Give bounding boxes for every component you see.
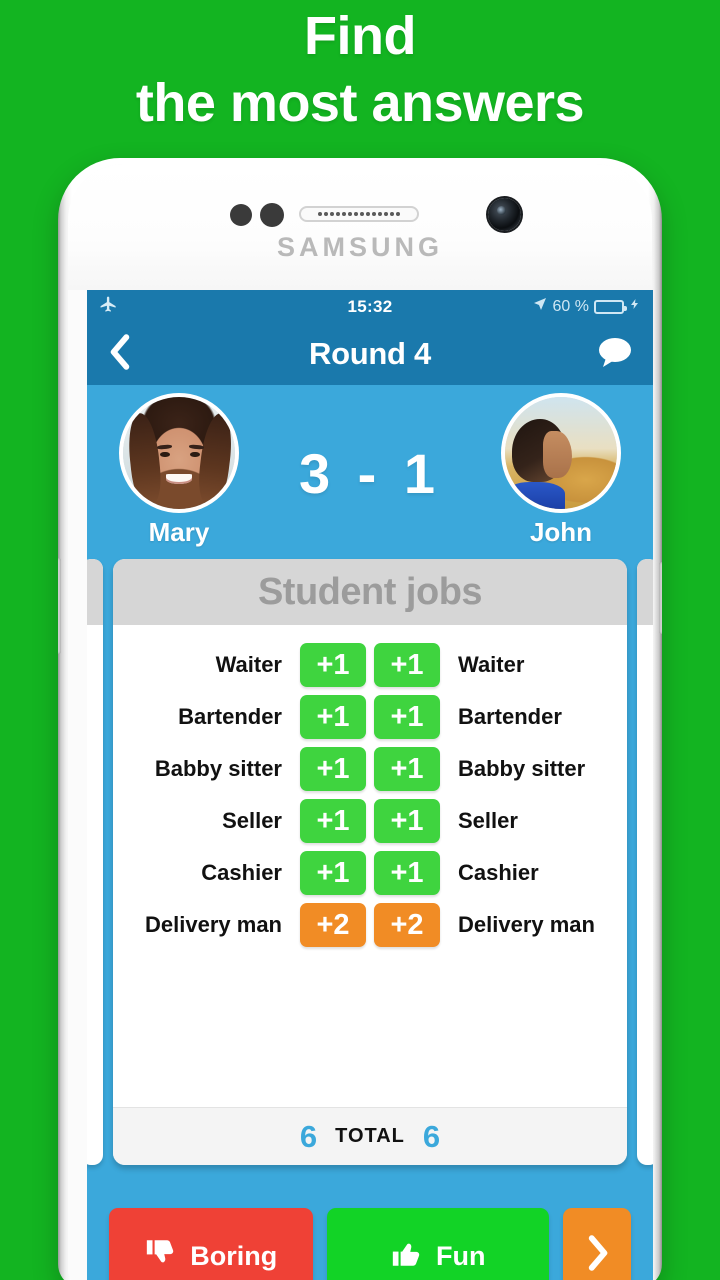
table-row: Waiter +1 +1 Waiter xyxy=(113,639,627,691)
points-chip-right: +1 xyxy=(374,643,440,687)
total-label: TOTAL xyxy=(335,1125,405,1147)
points-chip-right: +1 xyxy=(374,851,440,895)
answer-label-right: Bartender xyxy=(458,704,562,729)
boring-button-label: Boring xyxy=(190,1240,278,1271)
question-card: Student jobs Waiter +1 +1 Waiter Bartend… xyxy=(113,559,627,1165)
table-row: Babby sitter +1 +1 Babby sitter xyxy=(113,743,627,795)
battery-icon xyxy=(594,299,627,314)
phone-body: SAMSUNG 15:32 60 % Round 4 Mary 3 - 1 Jo… xyxy=(68,164,653,1280)
points-chip-right: +1 xyxy=(374,695,440,739)
player-left[interactable]: Mary xyxy=(111,393,247,548)
answer-label-right: Seller xyxy=(458,808,518,833)
answer-label-left: Cashier xyxy=(201,860,282,885)
question-title: Student jobs xyxy=(257,570,483,613)
device-brand-label: SAMSUNG xyxy=(276,232,443,262)
answer-label-left: Bartender xyxy=(178,704,282,729)
status-bar-right: 60 % xyxy=(532,296,641,317)
action-bar: Boring Fun xyxy=(87,1198,653,1280)
answer-label-left: Seller xyxy=(222,808,282,833)
answer-label-right: Waiter xyxy=(458,652,525,677)
points-chip-right: +1 xyxy=(374,799,440,843)
points-chip-left: +1 xyxy=(300,695,366,739)
player-right[interactable]: John xyxy=(493,393,629,548)
points-chip-left: +1 xyxy=(300,643,366,687)
phone-screen: 15:32 60 % Round 4 Mary 3 - 1 John Stude… xyxy=(87,290,653,1280)
points-chip-left: +1 xyxy=(300,851,366,895)
points-chip-left: +2 xyxy=(300,903,366,947)
player-right-name: John xyxy=(529,517,593,547)
chevron-right-icon xyxy=(584,1234,610,1278)
thumbs-up-icon xyxy=(390,1236,424,1277)
earpiece-speaker-icon xyxy=(299,206,419,222)
avatar-mary[interactable] xyxy=(119,393,239,513)
table-row: Bartender +1 +1 Bartender xyxy=(113,691,627,743)
answer-label-right: Babby sitter xyxy=(458,756,586,781)
avatar-john[interactable] xyxy=(501,393,621,513)
back-button[interactable] xyxy=(107,333,133,375)
fun-button-label: Fun xyxy=(436,1240,486,1271)
nav-bar: Round 4 xyxy=(87,323,653,385)
proximity-sensor-icon xyxy=(230,204,252,226)
answer-label-right: Delivery man xyxy=(458,912,595,937)
front-camera-icon xyxy=(488,198,521,231)
table-row: Seller +1 +1 Seller xyxy=(113,795,627,847)
answers-list: Waiter +1 +1 Waiter Bartender +1 +1 Bart… xyxy=(113,625,627,1107)
table-row: Delivery man +2 +2 Delivery man xyxy=(113,899,627,951)
points-chip-right: +2 xyxy=(374,903,440,947)
question-card-header: Student jobs xyxy=(113,559,627,625)
points-chip-left: +1 xyxy=(300,747,366,791)
next-card-peek[interactable] xyxy=(637,559,653,1165)
total-right-value: 6 xyxy=(422,1118,441,1154)
battery-percent-label: 60 % xyxy=(552,297,589,315)
power-button[interactable] xyxy=(659,562,662,634)
volume-button[interactable] xyxy=(58,558,61,654)
totals-row: 6 TOTAL 6 xyxy=(113,1107,627,1165)
phone-top-bezel: SAMSUNG xyxy=(68,164,652,290)
promo-headline: Find the most answers xyxy=(0,0,720,155)
points-chip-left: +1 xyxy=(300,799,366,843)
answer-label-right: Cashier xyxy=(458,860,539,885)
question-card-carousel[interactable]: Student jobs Waiter +1 +1 Waiter Bartend… xyxy=(87,559,653,1179)
total-left-value: 6 xyxy=(299,1118,318,1154)
thumbs-down-icon xyxy=(144,1236,178,1277)
page-title: Round 4 xyxy=(309,336,431,371)
light-sensor-icon xyxy=(260,203,284,227)
chat-button[interactable] xyxy=(597,336,633,373)
avatar-mary-image xyxy=(123,397,235,509)
player-left-name: Mary xyxy=(148,517,210,547)
score-display: 3 - 1 xyxy=(298,442,442,505)
answer-label-left: Delivery man xyxy=(145,912,282,937)
fun-button[interactable]: Fun xyxy=(326,1208,549,1280)
boring-button[interactable]: Boring xyxy=(109,1208,313,1280)
avatar-john-image xyxy=(505,397,617,509)
answer-label-left: Babby sitter xyxy=(154,756,282,781)
answer-label-left: Waiter xyxy=(215,652,282,677)
previous-card-peek[interactable] xyxy=(87,559,103,1165)
promo-line-1: Find xyxy=(304,6,416,66)
phone-device: SAMSUNG 15:32 60 % Round 4 Mary 3 - 1 Jo… xyxy=(58,158,662,1280)
promo-line-2: the most answers xyxy=(135,72,585,133)
scoreboard: Mary 3 - 1 John xyxy=(87,385,653,559)
location-arrow-icon xyxy=(532,296,548,317)
status-bar: 15:32 60 % xyxy=(87,290,653,323)
lightning-bolt-icon xyxy=(629,296,641,317)
points-chip-right: +1 xyxy=(374,747,440,791)
next-button[interactable] xyxy=(563,1208,631,1280)
table-row: Cashier +1 +1 Cashier xyxy=(113,847,627,899)
